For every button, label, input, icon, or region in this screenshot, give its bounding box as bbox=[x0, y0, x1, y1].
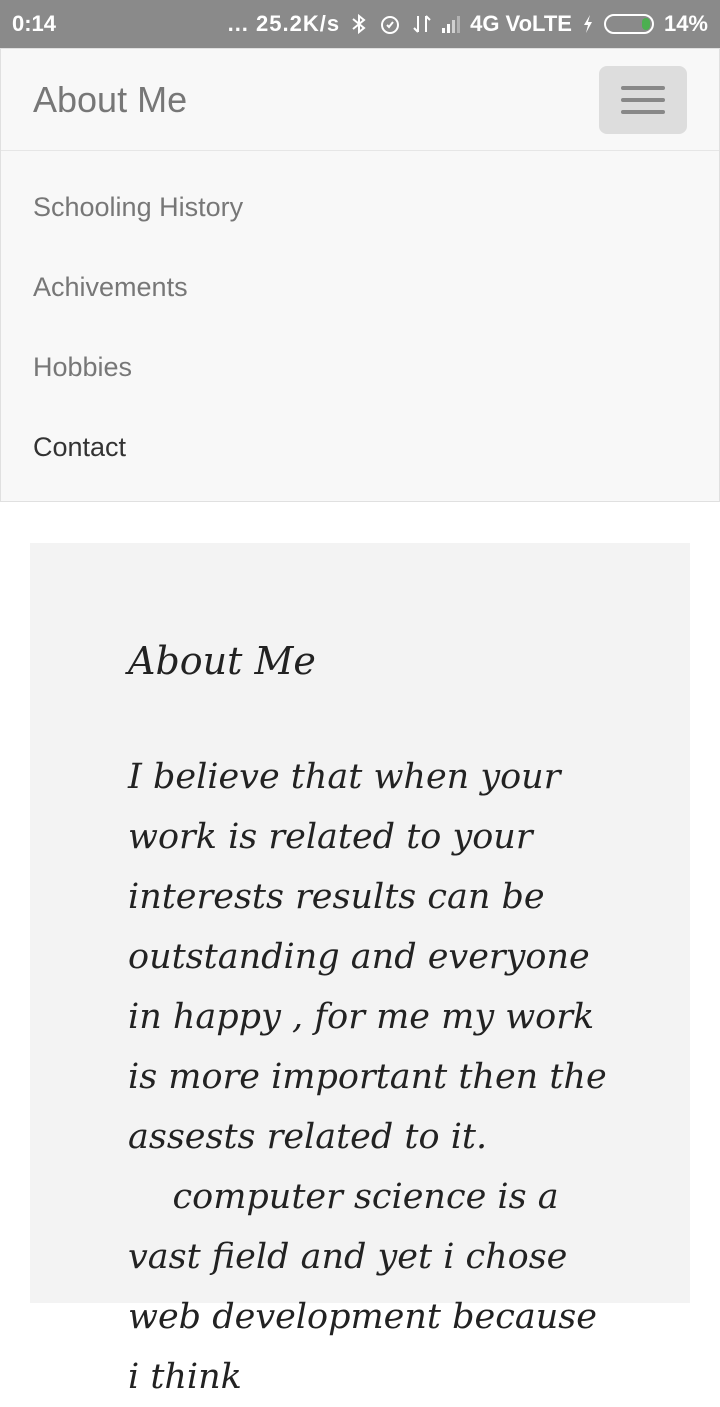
nav-item-schooling-history[interactable]: Schooling History bbox=[1, 167, 719, 247]
about-card: About Me I believe that when your work i… bbox=[30, 543, 690, 1397]
data-transfer-icon bbox=[412, 13, 432, 35]
status-time: 0:14 bbox=[12, 11, 57, 36]
nav-item-achivements[interactable]: Achivements bbox=[1, 247, 719, 327]
hamburger-line bbox=[621, 109, 665, 114]
battery-icon bbox=[603, 14, 654, 34]
navbar-header: About Me bbox=[1, 49, 719, 151]
nav-item-hobbies[interactable]: Hobbies bbox=[1, 327, 719, 407]
hamburger-line bbox=[621, 97, 665, 102]
about-title: About Me bbox=[128, 639, 316, 683]
network-type: 4G VoLTE bbox=[470, 11, 572, 36]
nav-menu: Schooling History Achivements Hobbies Co… bbox=[1, 151, 719, 487]
status-bar: 0:14 ... 25.2K/s 4G VoLTE 14% bbox=[0, 0, 720, 48]
navbar-brand[interactable]: About Me bbox=[33, 79, 187, 121]
alarm-icon bbox=[378, 12, 402, 36]
battery-percent: 14% bbox=[663, 11, 708, 36]
hamburger-menu-icon bbox=[621, 85, 665, 90]
signal-icon bbox=[442, 15, 461, 33]
bluetooth-icon bbox=[350, 13, 368, 35]
nav-item-contact[interactable]: Contact bbox=[1, 407, 719, 487]
about-card-body: About Me I believe that when your work i… bbox=[30, 543, 690, 1407]
network-speed: ... 25.2K/s bbox=[227, 11, 341, 36]
charging-icon bbox=[582, 14, 594, 34]
navbar: About Me Schooling History Achivements H… bbox=[0, 48, 720, 502]
about-paragraph: I believe that when your work is related… bbox=[128, 757, 607, 1397]
hamburger-menu-button[interactable] bbox=[599, 65, 687, 134]
